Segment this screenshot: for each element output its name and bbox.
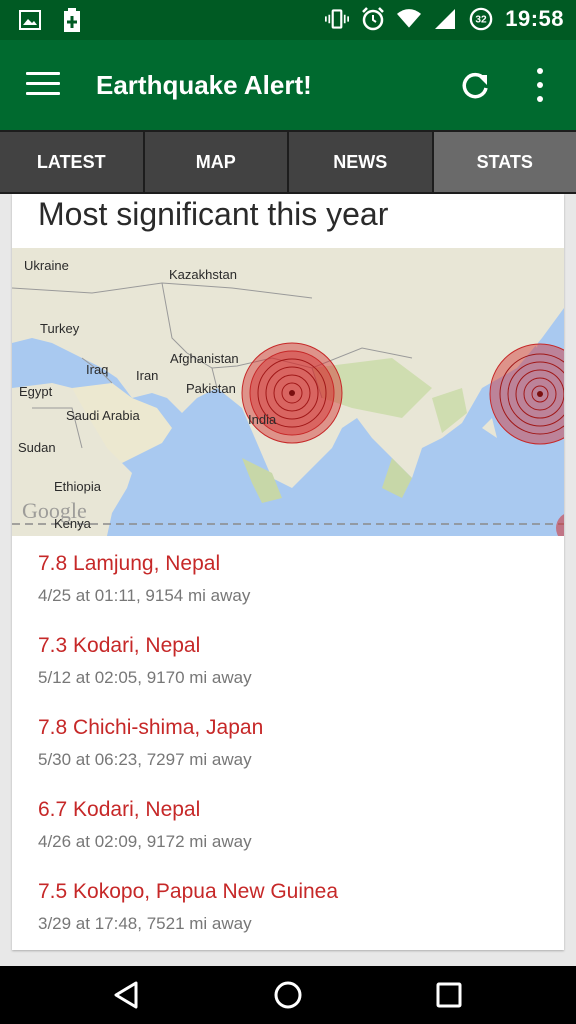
back-icon[interactable] <box>112 980 142 1010</box>
map-label-turkey: Turkey <box>40 321 80 336</box>
tab-news[interactable]: NEWS <box>289 130 434 194</box>
quake-list: 7.8 Lamjung, Nepal 4/25 at 01:11, 9154 m… <box>12 536 564 946</box>
map-label-saudi-arabia: Saudi Arabia <box>66 408 140 423</box>
quake-meta: 5/12 at 02:05, 9170 mi away <box>38 668 252 687</box>
map-label-ethiopia: Ethiopia <box>54 479 102 494</box>
alarm-icon <box>361 7 385 31</box>
image-icon <box>18 8 42 32</box>
quake-meta: 4/26 at 02:09, 9172 mi away <box>38 832 252 851</box>
quake-meta: 5/30 at 06:23, 7297 mi away <box>38 750 252 769</box>
home-icon[interactable] <box>273 980 303 1010</box>
quake-title: 7.5 Kokopo, Papua New Guinea <box>38 880 339 903</box>
recents-icon[interactable] <box>434 980 464 1010</box>
map-label-ukraine: Ukraine <box>24 258 69 273</box>
stats-card: Most significant this year Ukraine Kazak… <box>12 194 564 950</box>
vibrate-icon <box>325 7 350 31</box>
map-label-kazakhstan: Kazakhstan <box>169 267 237 282</box>
quake-title: 7.8 Lamjung, Nepal <box>38 552 221 575</box>
battery-icon: 32 <box>469 7 493 31</box>
refresh-icon[interactable] <box>455 66 495 106</box>
list-item[interactable]: 7.3 Kodari, Nepal 5/12 at 02:05, 9170 mi… <box>12 618 564 700</box>
tab-latest[interactable]: LATEST <box>0 130 145 194</box>
map-label-iraq: Iraq <box>86 362 108 377</box>
list-item[interactable]: 7.5 Kokopo, Papua New Guinea 3/29 at 17:… <box>12 864 564 946</box>
list-item[interactable]: 7.8 Chichi-shima, Japan 5/30 at 06:23, 7… <box>12 700 564 782</box>
signal-icon <box>433 7 457 31</box>
earthquake-map[interactable]: Ukraine Kazakhstan Turkey Afghanistan Ir… <box>12 248 564 536</box>
tab-bar: LATEST MAP NEWS STATS <box>0 130 576 194</box>
tab-stats[interactable]: STATS <box>433 130 576 194</box>
app-title: Earthquake Alert! <box>96 70 312 100</box>
list-item[interactable]: 6.7 Kodari, Nepal 4/26 at 02:09, 9172 mi… <box>12 782 564 864</box>
quake-title: 6.7 Kodari, Nepal <box>38 798 201 821</box>
map-label-sudan: Sudan <box>18 440 56 455</box>
map-label-egypt: Egypt <box>19 384 53 399</box>
quake-meta: 3/29 at 17:48, 7521 mi away <box>38 914 252 933</box>
system-nav-bar <box>0 966 576 1024</box>
wifi-icon <box>397 7 422 31</box>
map-label-afghanistan: Afghanistan <box>170 351 239 366</box>
battery-saver-icon <box>60 8 84 32</box>
map-label-pakistan: Pakistan <box>186 381 236 396</box>
menu-icon[interactable] <box>26 72 60 98</box>
section-title: Most significant this year <box>38 196 389 232</box>
quake-meta: 4/25 at 01:11, 9154 mi away <box>38 586 251 605</box>
battery-level: 32 <box>476 15 488 26</box>
app-bar: Earthquake Alert! <box>0 40 576 130</box>
quake-title: 7.8 Chichi-shima, Japan <box>38 716 264 739</box>
map-label-iran: Iran <box>136 368 158 383</box>
quake-marker-nepal[interactable] <box>241 342 343 444</box>
status-bar: 32 19:58 <box>0 0 576 40</box>
list-item[interactable]: 7.8 Lamjung, Nepal 4/25 at 01:11, 9154 m… <box>12 536 564 618</box>
quake-title: 7.3 Kodari, Nepal <box>38 634 201 657</box>
content-area: Most significant this year Ukraine Kazak… <box>0 194 576 966</box>
status-clock: 19:58 <box>505 6 564 31</box>
map-label-india: India <box>248 412 277 427</box>
google-logo: Google <box>22 498 87 523</box>
tab-map[interactable]: MAP <box>144 130 289 194</box>
overflow-icon[interactable] <box>528 68 552 102</box>
